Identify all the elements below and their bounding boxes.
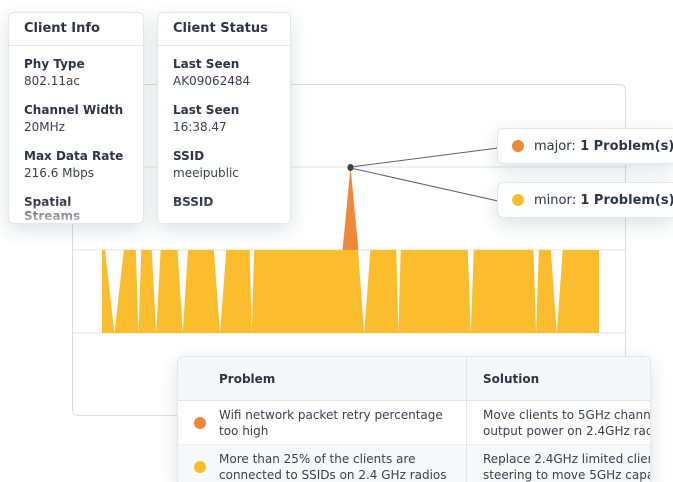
major-severity-label: major [534,138,572,154]
severity-dot [194,461,206,473]
problem-text: More than 25% of the clients are connect… [219,452,447,482]
solution-line: Move clients to 5GHz channe [483,408,651,422]
solution-text: Replace 2.4GHz limited client steering t… [483,451,651,482]
last-seen-time-value: 16:38.47 [173,120,227,134]
problem-table: Problem Solution Wifi network packet ret… [177,356,651,482]
minor-separator: : [571,192,577,208]
scroll-fade [9,201,143,223]
major-separator: : [571,138,576,154]
table-header: Problem Solution [178,357,650,401]
major-severity-dot [512,140,524,152]
minor-severity-label: minor [534,192,572,208]
last-seen-time-label: Last Seen [173,103,240,117]
solution-text: Move clients to 5GHz channe output power… [483,407,651,439]
minor-problems-callout[interactable]: minor: 1 Problem(s) [497,182,673,218]
ssid-label: SSID [173,149,205,163]
channel-width-label: Channel Width [24,103,124,117]
phy-type-label: Phy Type [24,57,85,71]
major-problems-callout[interactable]: major: 1 Problem(s) [497,128,673,164]
client-info-title: Client Info [9,13,143,46]
solution-line: Replace 2.4GHz limited client [483,452,651,466]
minor-anchor-dot [347,165,354,171]
problem-column-header: Problem [219,372,276,386]
table-row[interactable]: More than 25% of the clients are connect… [178,445,651,482]
major-problem-count: 1 Problem(s) [580,138,673,154]
table-row[interactable]: Wifi network packet retry percentage too… [178,401,651,445]
minor-problem-count: 1 Problem(s) [580,192,673,208]
minor-leader-line [350,167,499,202]
last-seen-label: Last Seen [173,57,240,71]
max-data-rate-label: Max Data Rate [24,149,124,163]
minor-severity-dot [512,194,524,206]
solution-column-header: Solution [483,372,540,386]
major-leader-line [350,147,499,168]
client-info-card: Client Info Phy Type 802.11ac Channel Wi… [8,12,144,224]
client-status-title: Client Status [158,13,290,46]
max-data-rate-value: 216.6 Mbps [24,166,95,180]
minor-series-area [102,250,599,333]
column-divider [466,357,467,482]
solution-line: steering to move 5GHz capab [483,468,651,482]
problem-text: Wifi network packet retry percentage too… [219,408,443,438]
scroll-fade [158,201,290,223]
major-series-spike [342,167,359,250]
phy-type-value: 802.11ac [24,74,80,88]
last-seen-value: AK09062484 [173,74,251,88]
channel-width-value: 20MHz [24,120,65,134]
ssid-value: meeipublic [173,166,239,180]
solution-line: output power on 2.4GHz rad [483,424,651,438]
client-status-card: Client Status Last Seen AK09062484 Last … [157,12,291,224]
severity-dot [194,417,206,429]
